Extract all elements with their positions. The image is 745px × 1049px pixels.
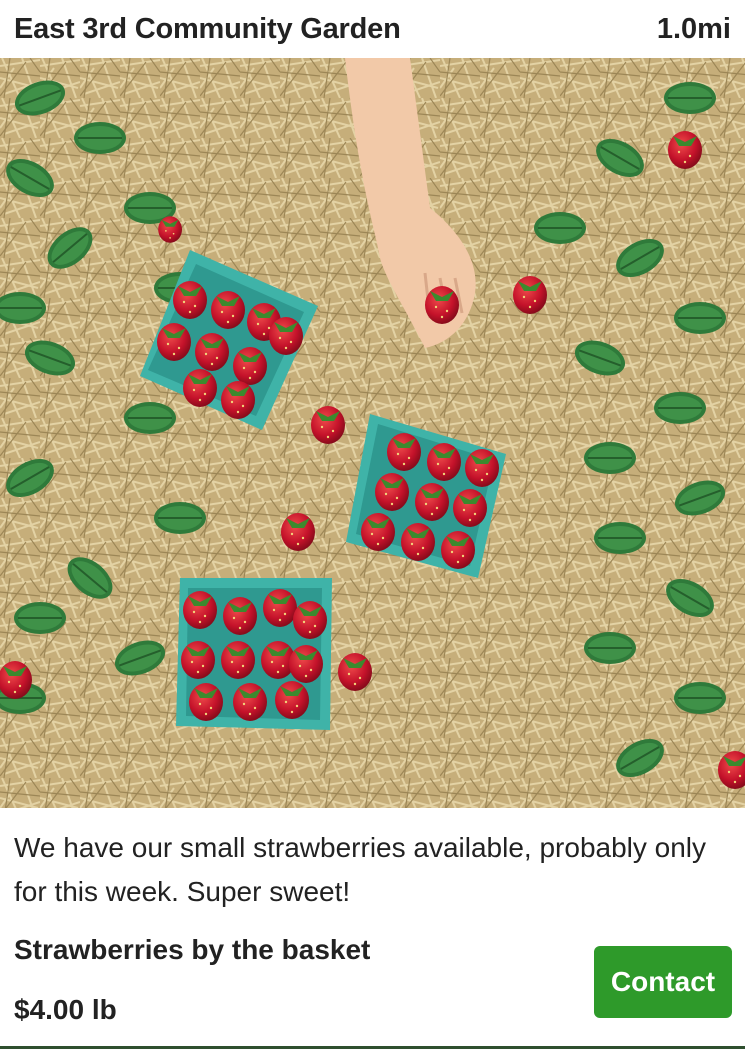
product-price: $4.00 lb <box>14 994 117 1025</box>
listing-description: We have our small strawberries available… <box>14 832 707 907</box>
garden-title[interactable]: East 3rd Community Garden <box>14 13 401 46</box>
basket-bottom <box>176 578 332 730</box>
listing-card: East 3rd Community Garden 1.0mi We have … <box>0 0 745 1049</box>
product-name: Strawberries by the basket <box>14 934 371 965</box>
listing-photo[interactable] <box>0 58 745 808</box>
distance-label: 1.0mi <box>656 12 731 45</box>
contact-button[interactable]: Contact <box>594 946 732 1018</box>
listing-header: East 3rd Community Garden 1.0mi <box>0 0 745 58</box>
